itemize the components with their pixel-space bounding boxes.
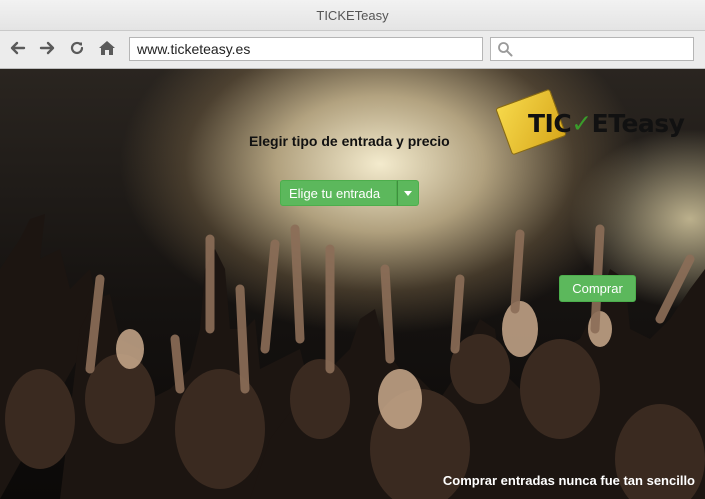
window-title: TICKETeasy (316, 8, 389, 23)
checkmark-icon: ✓ (571, 109, 592, 138)
reload-icon[interactable] (67, 38, 87, 58)
search-input[interactable] (490, 37, 694, 61)
logo-prefix: TIC (528, 109, 572, 138)
page-viewport: TIC✓ETeasy Elegir tipo de entrada y prec… (0, 69, 705, 499)
ticket-type-dropdown[interactable]: Elige tu entrada (280, 180, 420, 206)
address-bar[interactable]: www.ticketeasy.es (129, 37, 483, 61)
chevron-down-icon[interactable] (397, 180, 420, 206)
tagline: Comprar entradas nunca fue tan sencillo (442, 473, 695, 488)
ticket-type-select-button[interactable]: Elige tu entrada (280, 180, 398, 206)
browser-titlebar: TICKETeasy (0, 0, 705, 31)
back-arrow-icon[interactable] (8, 38, 28, 58)
ticketeasy-logo: TIC✓ETeasy (495, 88, 690, 156)
browser-toolbar: www.ticketeasy.es (0, 31, 705, 69)
page-title: Elegir tipo de entrada y precio (249, 133, 450, 149)
buy-button[interactable]: Comprar (559, 275, 636, 302)
search-icon (498, 42, 513, 57)
home-icon[interactable] (97, 38, 117, 58)
logo-suffix: ETeasy (591, 109, 685, 138)
forward-arrow-icon[interactable] (37, 38, 57, 58)
